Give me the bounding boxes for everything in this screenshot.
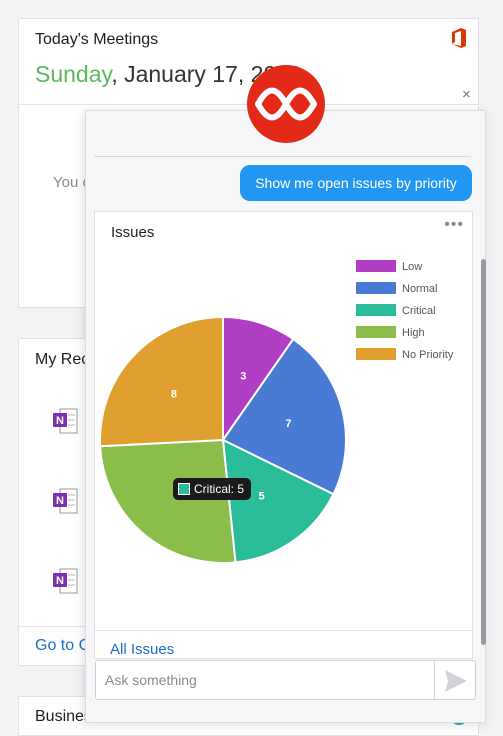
- office-icon: [452, 28, 466, 48]
- legend-swatch[interactable]: [356, 348, 396, 360]
- pie-data-label: 8: [171, 388, 177, 400]
- send-button[interactable]: [435, 660, 476, 700]
- bot-logo-icon: [247, 65, 325, 143]
- legend-swatch[interactable]: [356, 326, 396, 338]
- meetings-day: Sunday: [35, 61, 112, 87]
- close-icon[interactable]: ×: [462, 86, 471, 103]
- legend-label[interactable]: Low: [402, 261, 422, 273]
- recent-title: My Rec: [35, 351, 90, 368]
- tooltip-swatch: [178, 483, 190, 495]
- send-icon: [445, 670, 467, 692]
- divider: [95, 630, 472, 631]
- onenote-icon[interactable]: N: [53, 567, 79, 595]
- onenote-icon[interactable]: N: [53, 487, 79, 515]
- scrollbar[interactable]: [481, 259, 486, 645]
- chat-panel: Show me open issues by priority Issues •…: [85, 110, 486, 723]
- tooltip-label: Critical: 5: [194, 482, 245, 496]
- pie-slice-no-priority[interactable]: [99, 315, 224, 448]
- pie-data-label: 7: [285, 418, 291, 430]
- user-message-bubble: Show me open issues by priority: [240, 165, 472, 201]
- legend-label[interactable]: No Priority: [402, 349, 454, 361]
- pie-slice-high[interactable]: [99, 438, 237, 564]
- legend-label[interactable]: Normal: [402, 283, 437, 295]
- meetings-title: Today's Meetings: [35, 31, 159, 48]
- legend-swatch[interactable]: [356, 260, 396, 272]
- legend-label[interactable]: Critical: [402, 305, 436, 317]
- legend-swatch[interactable]: [356, 304, 396, 316]
- chart-tooltip: Critical: 5: [173, 478, 252, 500]
- svg-text:N: N: [56, 495, 64, 507]
- legend-swatch[interactable]: [356, 282, 396, 294]
- issues-card: Issues ••• 37588LowNormalCriticalHighNo …: [94, 211, 473, 659]
- all-issues-link[interactable]: All Issues: [110, 641, 174, 658]
- legend-label[interactable]: High: [402, 327, 425, 339]
- divider: [94, 156, 471, 157]
- chat-input[interactable]: [95, 660, 435, 700]
- svg-text:N: N: [56, 575, 64, 587]
- onenote-icon[interactable]: N: [53, 407, 79, 435]
- svg-text:N: N: [56, 415, 64, 427]
- pie-data-label: 5: [259, 491, 265, 503]
- issues-pie-chart: 37588LowNormalCriticalHighNo Priority: [99, 260, 454, 564]
- goto-link[interactable]: Go to C: [35, 637, 90, 655]
- pie-data-label: 3: [240, 370, 246, 382]
